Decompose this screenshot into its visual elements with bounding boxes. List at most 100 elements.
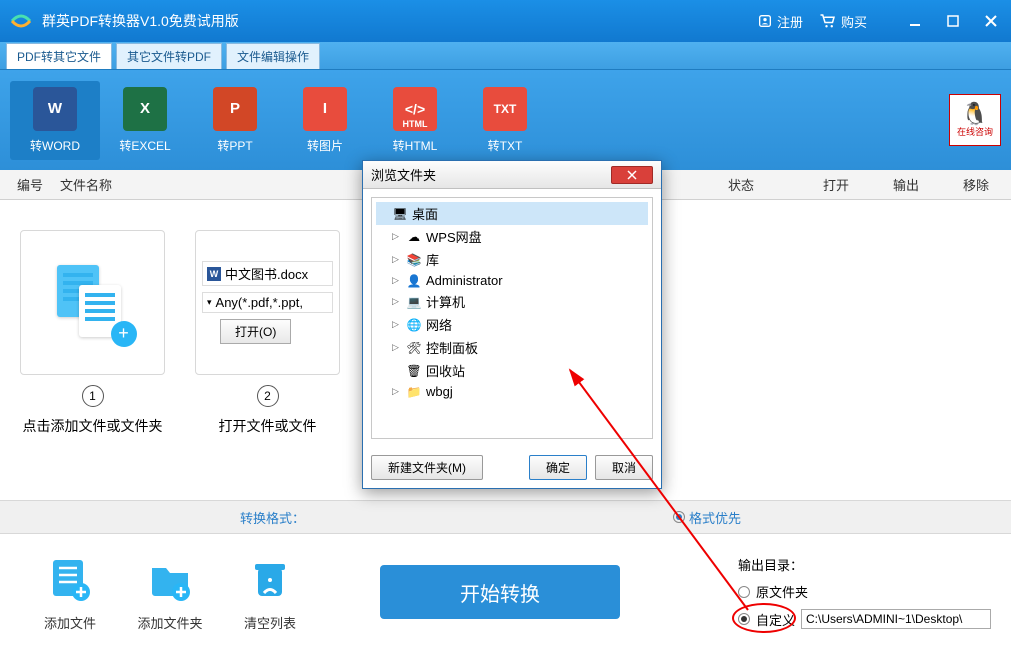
- tree-item-5[interactable]: ▷ 🌐 网络: [376, 313, 648, 336]
- format-label: 转图片: [307, 137, 343, 154]
- add-file-label: 添加文件: [44, 613, 96, 632]
- register-label: 注册: [777, 12, 803, 31]
- file-name-row[interactable]: W 中文图书.docx: [202, 261, 333, 286]
- clear-list-label: 清空列表: [244, 613, 296, 632]
- tree-item-6[interactable]: ▷ 🛠 控制面板: [376, 336, 648, 359]
- format-label: 转TXT: [488, 137, 523, 154]
- start-convert-button[interactable]: 开始转换: [380, 565, 620, 619]
- step1-label: 点击添加文件或文件夹: [23, 415, 163, 437]
- expand-icon[interactable]: ▷: [392, 296, 402, 307]
- dialog-close-button[interactable]: [611, 166, 653, 184]
- expand-icon[interactable]: ▷: [392, 254, 402, 265]
- expand-icon[interactable]: ▷: [392, 231, 402, 242]
- format-转HTML[interactable]: </>HTML转HTML: [370, 81, 460, 160]
- add-folder-button[interactable]: 添加文件夹: [120, 553, 220, 632]
- tab-2[interactable]: 文件编辑操作: [226, 43, 320, 69]
- minimize-button[interactable]: [903, 9, 927, 33]
- output-path-field[interactable]: C:\Users\ADMINI~1\Desktop\: [801, 609, 991, 629]
- main-tabs: PDF转其它文件其它文件转PDF文件编辑操作: [0, 42, 1011, 70]
- cancel-button[interactable]: 取消: [595, 455, 653, 480]
- maximize-button[interactable]: [941, 9, 965, 33]
- expand-icon[interactable]: ▷: [392, 342, 402, 353]
- tree-item-3[interactable]: ▷👤Administrator: [376, 271, 648, 290]
- dropdown-icon: ▾: [207, 297, 212, 308]
- tab-0[interactable]: PDF转其它文件: [6, 43, 112, 69]
- step2-number: 2: [257, 385, 279, 407]
- expand-icon[interactable]: ▷: [392, 319, 402, 330]
- tree-icon: 📁: [406, 385, 422, 399]
- format-转EXCEL[interactable]: X 转EXCEL: [100, 81, 190, 160]
- col-remove: 移除: [941, 175, 1011, 194]
- col-open: 打开: [801, 175, 871, 194]
- format-label: 转EXCEL: [119, 137, 170, 154]
- output-dir-label: 输出目录：: [738, 555, 991, 574]
- add-folder-icon: [144, 553, 196, 605]
- browse-folder-dialog: 浏览文件夹 🖥桌面▷☁WPS网盘▷📚库▷👤Administrator▷💻计算机▷…: [362, 160, 662, 489]
- format-label: 转PPT: [217, 137, 252, 154]
- new-folder-button[interactable]: 新建文件夹(M): [371, 455, 483, 480]
- file-filter: Any(*.pdf,*.ppt,: [216, 295, 303, 310]
- file-name: 中文图书.docx: [225, 264, 308, 283]
- format-转图片[interactable]: I 转图片: [280, 81, 370, 160]
- step1-card[interactable]: + 1 点击添加文件或文件夹: [20, 230, 165, 490]
- format-转PPT[interactable]: P 转PPT: [190, 81, 280, 160]
- clear-list-button[interactable]: 清空列表: [220, 553, 320, 632]
- qq-label: 在线咨询: [957, 125, 993, 138]
- folder-tree[interactable]: 🖥桌面▷☁WPS网盘▷📚库▷👤Administrator▷💻计算机▷🌐网络▷🛠控…: [371, 197, 653, 439]
- expand-icon[interactable]: ▷: [392, 386, 402, 397]
- add-folder-label: 添加文件夹: [137, 613, 202, 632]
- tree-item-7[interactable]: 🗑回收站: [376, 359, 648, 382]
- tree-label: 计算机: [426, 292, 465, 311]
- tree-icon: 💻: [406, 295, 422, 309]
- format-icon: X: [123, 87, 167, 131]
- open-button[interactable]: 打开(O): [220, 319, 291, 344]
- custom-folder-radio[interactable]: 自定义 C:\Users\ADMINI~1\Desktop\: [738, 609, 991, 629]
- tree-label: WPS网盘: [426, 227, 482, 246]
- ok-button[interactable]: 确定: [529, 455, 587, 480]
- orig-folder-radio[interactable]: 原文件夹: [738, 582, 991, 601]
- tree-label: wbgj: [426, 384, 453, 399]
- tree-label: 网络: [426, 315, 452, 334]
- add-file-button[interactable]: 添加文件: [20, 553, 120, 632]
- dialog-titlebar[interactable]: 浏览文件夹: [363, 161, 661, 189]
- tree-label: 回收站: [426, 361, 465, 380]
- tree-item-8[interactable]: ▷ 📁 wbgj: [376, 382, 648, 401]
- tree-icon: 🛠: [406, 341, 422, 355]
- register-link[interactable]: 注册: [757, 12, 803, 31]
- app-logo: [8, 8, 34, 34]
- format-转WORD[interactable]: W转WORD: [10, 81, 100, 160]
- add-file-icon: [44, 553, 96, 605]
- tree-item-0[interactable]: 🖥 桌面: [376, 202, 648, 225]
- app-title: 群英PDF转换器V1.0免费试用版: [42, 11, 757, 31]
- tree-item-4[interactable]: ▷ 💻 计算机: [376, 290, 648, 313]
- close-button[interactable]: [979, 9, 1003, 33]
- format-转TXT[interactable]: TXT转TXT: [460, 81, 550, 160]
- format-icon: W: [33, 87, 77, 131]
- trash-icon: [244, 553, 296, 605]
- buy-link[interactable]: 购买: [819, 12, 867, 31]
- expand-icon[interactable]: ▷: [392, 275, 402, 286]
- tree-label: 桌面: [412, 204, 438, 223]
- convert-format-row: 转换格式： 格式优先: [0, 500, 1011, 534]
- tree-label: 控制面板: [426, 338, 478, 357]
- format-icon: I: [303, 87, 347, 131]
- tree-icon: 🖥: [392, 207, 408, 221]
- tab-1[interactable]: 其它文件转PDF: [116, 43, 222, 69]
- register-icon: [757, 13, 773, 29]
- convert-format-label: 转换格式：: [240, 508, 305, 527]
- qq-support-button[interactable]: 🐧 在线咨询: [949, 94, 1001, 146]
- step2-card: W 中文图书.docx ▾ Any(*.pdf,*.ppt, 打开(O) 2 打…: [195, 230, 340, 490]
- penguin-icon: 🐧: [961, 103, 988, 125]
- step2-label: 打开文件或文件: [219, 415, 317, 437]
- add-file-icon: +: [53, 263, 133, 343]
- custom-folder-label: 自定义: [756, 610, 795, 629]
- tree-item-1[interactable]: ▷☁WPS网盘: [376, 225, 648, 248]
- dialog-title: 浏览文件夹: [371, 165, 436, 184]
- format-priority-radio[interactable]: 格式优先: [673, 508, 741, 527]
- cart-icon: [819, 13, 837, 29]
- tree-item-2[interactable]: ▷📚库: [376, 248, 648, 271]
- tree-icon: 🌐: [406, 318, 422, 332]
- format-icon: P: [213, 87, 257, 131]
- file-filter-row[interactable]: ▾ Any(*.pdf,*.ppt,: [202, 292, 333, 313]
- format-label: 转HTML: [393, 137, 438, 154]
